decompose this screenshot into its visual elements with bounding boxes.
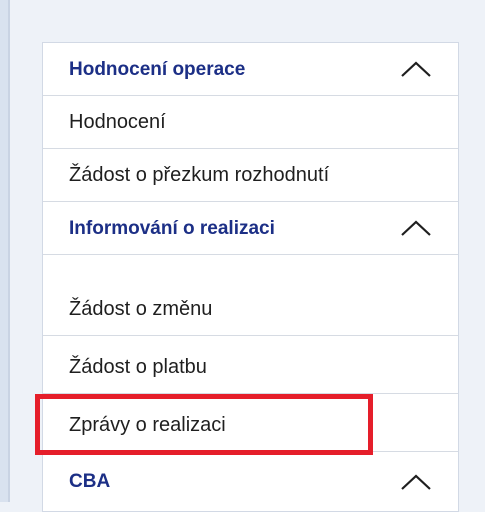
chevron-up-icon[interactable] xyxy=(400,473,432,491)
menu-item-label: Žádost o přezkum rozhodnutí xyxy=(69,164,330,186)
chevron-up-icon[interactable] xyxy=(400,60,432,78)
menu-item-zadost-o-platbu[interactable]: Žádost o platbu xyxy=(43,341,458,394)
section-header-hodnoceni-operace[interactable]: Hodnocení operace xyxy=(43,43,458,96)
section-header-informovani-o-realizaci[interactable]: Informování o realizaci xyxy=(43,202,458,255)
side-menu-panel: Hodnocení operace Hodnocení Žádost o pře… xyxy=(42,42,459,512)
left-rail xyxy=(0,0,10,502)
section-header-cba[interactable]: CBA xyxy=(43,455,458,508)
menu-item-label: Zprávy o realizaci xyxy=(69,414,226,436)
menu-item-label: Žádost o platbu xyxy=(69,356,207,378)
menu-item-hodnoceni[interactable]: Hodnocení xyxy=(43,96,458,149)
menu-item-label: Žádost o změnu xyxy=(69,298,213,320)
menu-item-zpravy-o-realizaci[interactable]: Zprávy o realizaci xyxy=(43,399,458,452)
menu-item-label: Hodnocení xyxy=(69,111,166,133)
section-title: CBA xyxy=(69,471,111,492)
menu-item-zadost-o-prezkum-rozhodnuti[interactable]: Žádost o přezkum rozhodnutí xyxy=(43,149,458,202)
menu-item-zadost-o-zmenu[interactable]: Žádost o změnu xyxy=(43,283,458,336)
chevron-up-icon[interactable] xyxy=(400,219,432,237)
section-title: Informování o realizaci xyxy=(69,217,275,239)
section-title: Hodnocení operace xyxy=(69,58,246,80)
